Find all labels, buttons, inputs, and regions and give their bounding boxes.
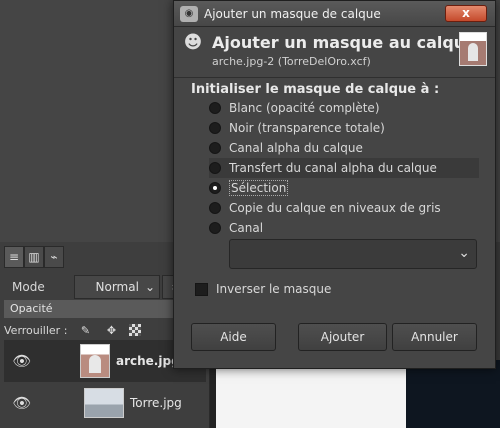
lock-alpha-icon[interactable] [129, 324, 142, 336]
invert-mask-label: Inverser le masque [216, 282, 332, 296]
option-white[interactable]: Blanc (opacité complète) [209, 98, 479, 118]
lock-pixels-icon[interactable]: ✎ [77, 324, 93, 337]
option-selection[interactable]: Sélection [209, 178, 479, 198]
invert-mask-row[interactable]: Inverser le masque [195, 282, 331, 296]
option-label: Copie du calque en niveaux de gris [229, 201, 441, 215]
channel-select[interactable]: ⌄ [229, 239, 477, 269]
radio-button[interactable] [209, 162, 221, 174]
option-grayscale-copy[interactable]: Copie du calque en niveaux de gris [209, 198, 479, 218]
header-subtitle: arche.jpg-2 (TorreDelOro.xcf) [212, 55, 371, 68]
opacity-label: Opacité [10, 302, 53, 315]
chevron-down-icon: ⌄ [458, 245, 470, 261]
eye-icon[interactable]: 👁 [4, 352, 40, 370]
mode-label: Mode [12, 280, 45, 294]
radio-button[interactable] [209, 202, 221, 214]
radio-button[interactable] [209, 122, 221, 134]
layer-mask-icon: ☻ [183, 32, 203, 53]
option-label: Sélection [229, 180, 289, 196]
help-button[interactable]: Aide [191, 323, 276, 351]
eye-icon[interactable]: 👁 [4, 394, 40, 412]
option-label: Transfert du canal alpha du calque [229, 161, 437, 175]
close-button[interactable]: x [445, 5, 487, 22]
image-canvas [210, 360, 406, 428]
layers-tab-icon[interactable]: ≡ [4, 246, 24, 268]
radio-button[interactable] [209, 142, 221, 154]
channels-tab-icon[interactable]: ▥ [24, 246, 44, 268]
lock-label: Verrouiller : [4, 323, 68, 337]
layer-row[interactable]: 👁 Torre.jpg [4, 382, 206, 424]
window-title: Ajouter un masque de calque [204, 6, 381, 21]
layer-name: arche.jpg [116, 354, 180, 368]
dark-canvas-area [406, 360, 500, 428]
option-label: Blanc (opacité complète) [229, 101, 380, 115]
dialog-header: ☻ Ajouter un masque au calque arche.jpg-… [174, 27, 495, 73]
mode-select[interactable]: Normal ⌄ [74, 275, 160, 299]
radio-button[interactable] [209, 222, 221, 234]
invert-mask-checkbox[interactable] [195, 282, 208, 296]
add-button[interactable]: Ajouter [298, 323, 387, 351]
option-channel[interactable]: Canal [209, 218, 479, 238]
layer-name: Torre.jpg [130, 396, 182, 410]
gimp-icon: ◉ [180, 5, 198, 22]
radio-button-selected[interactable] [209, 182, 221, 194]
cancel-button[interactable]: Annuler [392, 323, 477, 351]
layer-thumbnail [84, 388, 124, 418]
dialog-titlebar[interactable]: ◉ Ajouter un masque de calque x [174, 1, 495, 27]
radio-button[interactable] [209, 102, 221, 114]
dialog-buttons: Aide Ajouter Annuler [191, 323, 479, 351]
option-label: Canal [229, 221, 264, 235]
lock-position-icon[interactable]: ✥ [103, 324, 119, 337]
chevron-down-icon: ⌄ [144, 280, 155, 294]
section-label: Initialiser le masque de calque à : [191, 82, 440, 97]
mode-value: Normal [95, 280, 139, 294]
header-title: Ajouter un masque au calque [212, 33, 477, 52]
option-transfer-alpha[interactable]: Transfert du canal alpha du calque [209, 158, 479, 178]
option-label: Canal alpha du calque [229, 141, 363, 155]
option-alpha[interactable]: Canal alpha du calque [209, 138, 479, 158]
option-label: Noir (transparence totale) [229, 121, 385, 135]
divider [174, 77, 495, 78]
option-black[interactable]: Noir (transparence totale) [209, 118, 479, 138]
layer-thumbnail [80, 344, 110, 378]
layer-preview [459, 32, 487, 66]
dock-tabs: ≡ ▥ ⌁ [4, 246, 64, 268]
paths-tab-icon[interactable]: ⌁ [44, 246, 64, 268]
